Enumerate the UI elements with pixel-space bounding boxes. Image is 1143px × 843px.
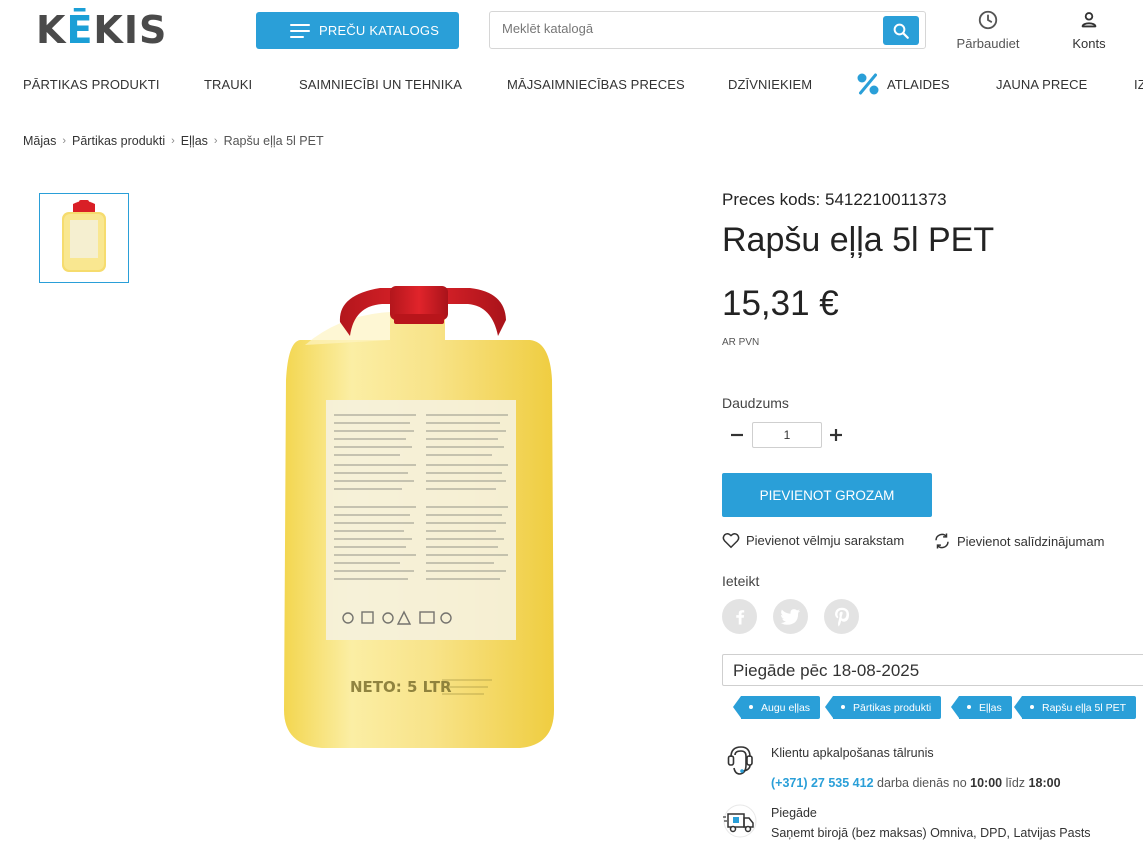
nav-item-pets[interactable]: DZĪVNIEKIEM [728,77,812,92]
heart-icon [722,533,740,549]
nav-item-food[interactable]: PĀRTIKAS PRODUKTI [23,77,160,92]
headset-icon [727,746,753,775]
nav-item-discounts[interactable]: ATLAIDES [887,77,950,92]
nav-item-new[interactable]: JAUNA PRECE [996,77,1087,92]
catalog-button-label: PREČU KATALOGS [319,23,440,38]
wishlist-label: Pievienot vēlmju sarakstam [746,533,905,548]
breadcrumb-oils[interactable]: Eļļas [181,134,208,148]
plus-icon [830,429,842,441]
chevron-right-icon: › [62,135,67,147]
site-logo[interactable]: KĒKIS [36,8,168,52]
bottle-volume-label: NETO: 5 LTR [350,678,452,696]
logo-text: KĒKIS [36,8,168,52]
search-icon [893,23,909,39]
search-input[interactable] [502,21,862,36]
product-price: 15,31 € [722,284,839,323]
chevron-right-icon: › [171,135,175,147]
oil-bottle-thumbnail-image [62,200,106,272]
quantity-increase-button[interactable] [825,424,847,446]
recently-viewed-link[interactable]: Pārbaudiet [952,9,1024,51]
nav-item-household-goods[interactable]: MĀJSAIMNIECĪBAS PRECES [507,77,685,92]
user-icon [1081,12,1097,28]
search-bar [489,11,926,49]
refresh-icon [935,533,949,549]
twitter-share-button[interactable] [773,599,808,634]
catalog-button[interactable]: PREČU KATALOGS [256,12,459,49]
minus-icon [731,433,743,437]
support-title: Klientu apkalpošanas tālrunis [771,746,934,760]
menu-icon [290,23,310,38]
compare-label: Pievienot salīdzinājumam [957,533,1105,549]
delivery-truck-icon [723,804,757,838]
pinterest-icon [834,607,849,626]
clock-icon [978,10,998,30]
support-hours-prefix: darba dienās no [877,776,967,790]
quantity-label: Daudzums [722,395,789,411]
account-label: Konts [1072,36,1106,51]
breadcrumb: Mājas › Pārtikas produkti › Eļļas › Rapš… [23,134,324,148]
support-hours-to: 18:00 [1028,776,1061,790]
tag-oils[interactable]: Eļļas [951,696,1012,719]
product-sku: Preces kods: 5412210011373 [722,190,947,209]
nav-item-tableware[interactable]: TRAUKI [204,77,252,92]
product-title: Rapšu eļļa 5l PET [722,221,995,259]
shipping-details: Saņemt birojā (bez maksas) Omniva, DPD, … [771,826,1091,840]
chevron-right-icon: › [213,135,218,147]
share-label: Ieteikt [722,573,760,589]
facebook-share-button[interactable] [722,599,757,634]
add-to-cart-button[interactable]: PIEVIENOT GROZAM [722,473,932,517]
site-header: KĒKIS PREČU KATALOGS Pārbaudiet Ko [0,0,1143,62]
main-nav: PĀRTIKAS PRODUKTI TRAUKI SAIMNIECĪBI UN … [0,68,1143,102]
pinterest-share-button[interactable] [824,599,859,634]
add-to-wishlist-link[interactable]: Pievienot vēlmju sarakstam [722,532,904,549]
nav-item-more[interactable]: IZ [1134,77,1143,92]
tag-food-products[interactable]: Pārtikas produkti [824,696,942,719]
nav-item-household-tech[interactable]: SAIMNIECĪBI UN TEHNIKA [299,77,462,92]
support-phone-link[interactable]: (+371) 27 535 412 [771,776,874,790]
shipping-title: Piegāde [771,806,817,820]
facebook-icon [735,609,744,624]
add-to-compare-link[interactable]: Pievienot salīdzinājumam [933,532,1104,550]
quantity-decrease-button[interactable] [726,424,748,446]
percent-icon [857,73,879,95]
product-main-image: NETO: 5 LTR [284,286,554,748]
account-link[interactable]: Konts [1066,9,1112,51]
breadcrumb-home[interactable]: Mājas [23,134,56,148]
delivery-date-box: Piegāde pēc 18-08-2025 [722,654,1143,686]
quantity-input[interactable] [752,422,822,448]
support-details: (+371) 27 535 412 darba dienās no 10:00 … [771,776,1061,790]
recently-viewed-label: Pārbaudiet [956,36,1020,51]
breadcrumb-current: Rapšu eļļa 5l PET [223,134,324,148]
twitter-icon [780,608,800,625]
tag-product-name[interactable]: Rapšu eļļa 5l PET [1013,696,1137,719]
support-hours-from: 10:00 [970,776,1003,790]
vat-note: AR PVN [722,337,760,348]
product-thumbnail[interactable] [39,193,129,283]
tag-vegetable-oils[interactable]: Augu eļļas [732,696,821,719]
search-button[interactable] [883,16,919,45]
breadcrumb-food[interactable]: Pārtikas produkti [72,134,165,148]
support-hours-mid: līdz [1005,776,1026,790]
